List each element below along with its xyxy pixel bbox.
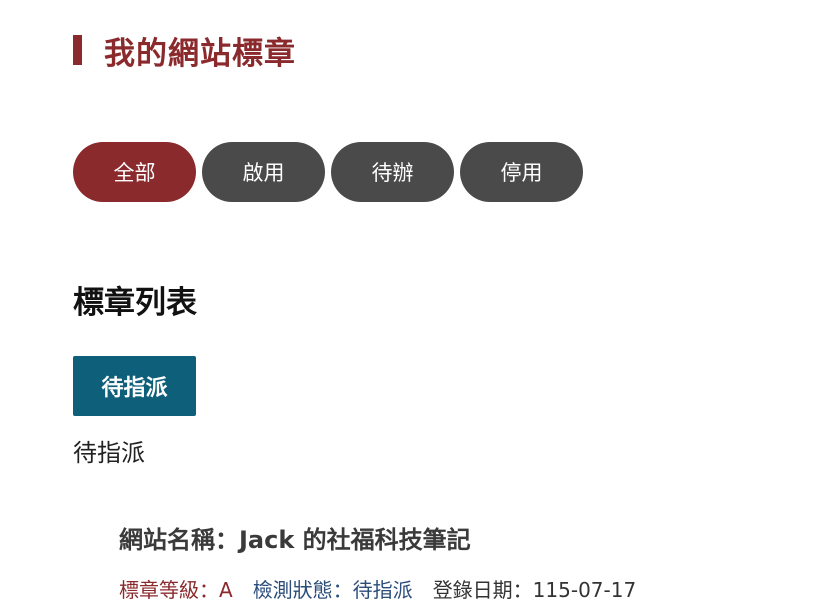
- site-name: 網站名稱：Jack 的社福科技筆記: [119, 526, 471, 554]
- register-date: 登錄日期：115-07-17: [432, 578, 637, 602]
- status-caption: 待指派: [73, 439, 145, 467]
- tab-enabled[interactable]: 啟用: [202, 142, 325, 202]
- page-title: 我的網站標章: [73, 30, 296, 72]
- badge-level: 標章等級：A: [119, 578, 233, 602]
- status-filter-button[interactable]: 待指派: [73, 356, 196, 416]
- badge-list-title: 標章列表: [73, 285, 197, 321]
- site-meta: 標章等級：A 檢測狀態：待指派 登錄日期：115-07-17: [119, 575, 636, 605]
- filter-tabs: 全部 啟用 待辦 停用: [73, 142, 583, 202]
- title-accent-bar: [73, 35, 82, 65]
- site-card: 網站名稱：Jack 的社福科技筆記 標章等級：A 檢測狀態：待指派 登錄日期：1…: [119, 520, 636, 605]
- check-status: 檢測狀態：待指派: [252, 578, 413, 602]
- page-title-text: 我的網站標章: [104, 35, 296, 72]
- tab-disabled[interactable]: 停用: [460, 142, 583, 202]
- tab-pending[interactable]: 待辦: [331, 142, 454, 202]
- tab-all[interactable]: 全部: [73, 142, 196, 202]
